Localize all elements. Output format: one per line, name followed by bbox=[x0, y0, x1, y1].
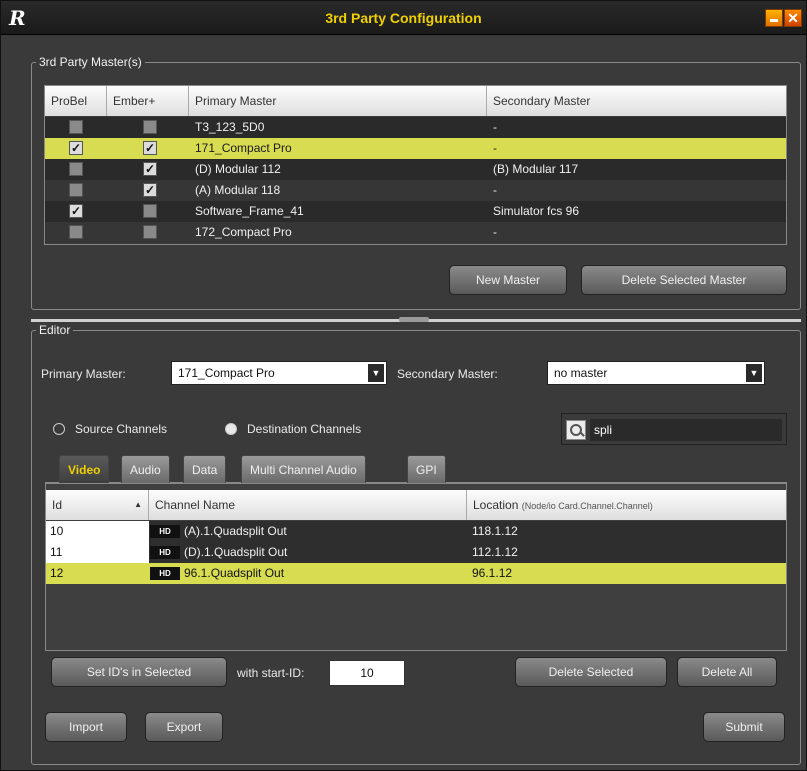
primary-master-label: Primary Master: bbox=[41, 367, 126, 381]
channel-location-cell: 118.1.12 bbox=[472, 524, 518, 538]
secondary-master-cell: - bbox=[493, 141, 497, 155]
secondary-master-cell: Simulator fcs 96 bbox=[493, 204, 580, 218]
masters-legend: 3rd Party Master(s) bbox=[39, 55, 142, 69]
channel-row[interactable]: 11 HD (D).1.Quadsplit Out 112.1.12 bbox=[46, 542, 786, 563]
col-header-probel[interactable]: ProBel bbox=[45, 86, 107, 116]
start-id-input[interactable] bbox=[329, 660, 405, 686]
ember-checkbox[interactable]: ✓ bbox=[143, 183, 157, 197]
col-header-location-sub: (Node/io Card.Channel.Channel) bbox=[521, 501, 653, 511]
secondary-master-value: no master bbox=[554, 366, 608, 380]
channel-location-cell: 112.1.12 bbox=[472, 545, 518, 559]
primary-master-value: 171_Compact Pro bbox=[178, 366, 275, 380]
secondary-master-cell: - bbox=[493, 225, 497, 239]
export-button[interactable]: Export bbox=[145, 712, 223, 742]
destination-channels-label[interactable]: Destination Channels bbox=[247, 422, 361, 436]
channel-name-cell: (D).1.Quadsplit Out bbox=[184, 545, 288, 559]
tab-gpi[interactable]: GPI bbox=[407, 455, 446, 483]
splitter-grip-icon[interactable] bbox=[399, 317, 429, 322]
ember-checkbox[interactable] bbox=[143, 204, 157, 218]
channels-table-header: Id ▲ Channel Name Location (Node/io Card… bbox=[46, 490, 786, 520]
tab-audio[interactable]: Audio bbox=[121, 455, 170, 483]
master-row[interactable]: ✓ Software_Frame_41 Simulator fcs 96 bbox=[45, 201, 786, 222]
channel-filter bbox=[561, 413, 787, 445]
submit-button[interactable]: Submit bbox=[703, 712, 785, 742]
channel-id-cell[interactable]: 11 bbox=[46, 542, 149, 563]
title-bar[interactable]: R 3rd Party Configuration ✕ bbox=[1, 1, 806, 35]
tab-multi-channel-audio[interactable]: Multi Channel Audio bbox=[241, 455, 366, 483]
col-header-location-label: Location bbox=[473, 498, 519, 512]
channel-row[interactable]: 10 HD (A).1.Quadsplit Out 118.1.12 bbox=[46, 521, 786, 542]
secondary-master-select[interactable]: no master ▼ bbox=[547, 361, 765, 385]
primary-master-cell: Software_Frame_41 bbox=[195, 204, 304, 218]
delete-selected-button[interactable]: Delete Selected bbox=[515, 657, 667, 687]
hd-badge: HD bbox=[150, 546, 180, 559]
channels-table: Id ▲ Channel Name Location (Node/io Card… bbox=[45, 483, 787, 651]
channel-id-cell[interactable]: 12 bbox=[46, 563, 149, 584]
master-row[interactable]: ✓ (D) Modular 112 (B) Modular 117 bbox=[45, 159, 786, 180]
col-header-id[interactable]: Id ▲ bbox=[46, 490, 149, 520]
primary-master-select[interactable]: 171_Compact Pro ▼ bbox=[171, 361, 387, 385]
tab-data[interactable]: Data bbox=[183, 455, 227, 483]
delete-selected-master-button[interactable]: Delete Selected Master bbox=[581, 265, 787, 295]
chevron-down-icon: ▼ bbox=[746, 364, 762, 382]
channel-id-cell[interactable]: 10 bbox=[46, 521, 149, 542]
channel-location-cell: 96.1.12 bbox=[472, 566, 513, 580]
sort-arrow-icon: ▲ bbox=[134, 500, 142, 509]
channel-type-tabs: Video Audio Data Multi Channel Audio GPI bbox=[45, 455, 787, 483]
hd-badge: HD bbox=[150, 567, 180, 580]
channel-name-cell: 96.1.Quadsplit Out bbox=[184, 566, 285, 580]
search-icon[interactable] bbox=[566, 420, 586, 440]
source-channels-label[interactable]: Source Channels bbox=[75, 422, 167, 436]
ember-checkbox[interactable]: ✓ bbox=[143, 162, 157, 176]
new-master-button[interactable]: New Master bbox=[449, 265, 567, 295]
master-row[interactable]: 172_Compact Pro - bbox=[45, 222, 786, 243]
channel-filter-input[interactable] bbox=[590, 419, 782, 441]
primary-master-cell: T3_123_5D0 bbox=[195, 120, 265, 134]
set-ids-button[interactable]: Set ID's in Selected bbox=[51, 657, 227, 687]
primary-master-cell: (A) Modular 118 bbox=[195, 183, 281, 197]
col-header-channel-name[interactable]: Channel Name bbox=[149, 490, 467, 520]
hd-badge: HD bbox=[150, 525, 180, 538]
master-row[interactable]: T3_123_5D0 - bbox=[45, 117, 786, 138]
secondary-master-cell: - bbox=[493, 183, 497, 197]
col-header-location[interactable]: Location (Node/io Card.Channel.Channel) bbox=[467, 490, 786, 520]
import-button[interactable]: Import bbox=[45, 712, 127, 742]
masters-table: ProBel Ember+ Primary Master Secondary M… bbox=[44, 85, 787, 245]
delete-all-button[interactable]: Delete All bbox=[677, 657, 777, 687]
configuration-window: R 3rd Party Configuration ✕ 3rd Party Ma… bbox=[0, 0, 807, 771]
secondary-master-label: Secondary Master: bbox=[397, 367, 498, 381]
channel-name-cell: (A).1.Quadsplit Out bbox=[184, 524, 287, 538]
masters-table-header: ProBel Ember+ Primary Master Secondary M… bbox=[45, 86, 786, 116]
secondary-master-cell: - bbox=[493, 120, 497, 134]
probel-checkbox[interactable] bbox=[69, 162, 83, 176]
probel-checkbox[interactable] bbox=[69, 183, 83, 197]
probel-checkbox[interactable] bbox=[69, 120, 83, 134]
master-row[interactable]: ✓ (A) Modular 118 - bbox=[45, 180, 786, 201]
start-id-label: with start-ID: bbox=[237, 666, 305, 680]
col-header-ember[interactable]: Ember+ bbox=[107, 86, 189, 116]
close-button[interactable]: ✕ bbox=[784, 9, 802, 27]
ember-checkbox[interactable]: ✓ bbox=[143, 141, 157, 155]
channel-row[interactable]: 12 HD 96.1.Quadsplit Out 96.1.12 bbox=[46, 563, 786, 584]
chevron-down-icon: ▼ bbox=[368, 364, 384, 382]
editor-legend: Editor bbox=[39, 323, 71, 337]
probel-checkbox[interactable]: ✓ bbox=[69, 204, 83, 218]
ember-checkbox[interactable] bbox=[143, 120, 157, 134]
ember-checkbox[interactable] bbox=[143, 225, 157, 239]
primary-master-cell: 172_Compact Pro bbox=[195, 225, 292, 239]
primary-master-cell: 171_Compact Pro bbox=[195, 141, 292, 155]
tab-video[interactable]: Video bbox=[59, 455, 110, 483]
primary-master-cell: (D) Modular 112 bbox=[195, 162, 281, 176]
source-channels-radio[interactable] bbox=[53, 423, 65, 435]
minimize-button[interactable] bbox=[765, 9, 783, 27]
col-header-id-label: Id bbox=[52, 498, 63, 512]
probel-checkbox[interactable] bbox=[69, 225, 83, 239]
col-header-secondary-master[interactable]: Secondary Master bbox=[487, 86, 786, 116]
col-header-primary-master[interactable]: Primary Master bbox=[189, 86, 487, 116]
master-row[interactable]: ✓ ✓ 171_Compact Pro - bbox=[45, 138, 786, 159]
probel-checkbox[interactable]: ✓ bbox=[69, 141, 83, 155]
destination-channels-radio[interactable] bbox=[225, 423, 237, 435]
secondary-master-cell: (B) Modular 117 bbox=[493, 162, 579, 176]
window-title: 3rd Party Configuration bbox=[325, 10, 482, 26]
